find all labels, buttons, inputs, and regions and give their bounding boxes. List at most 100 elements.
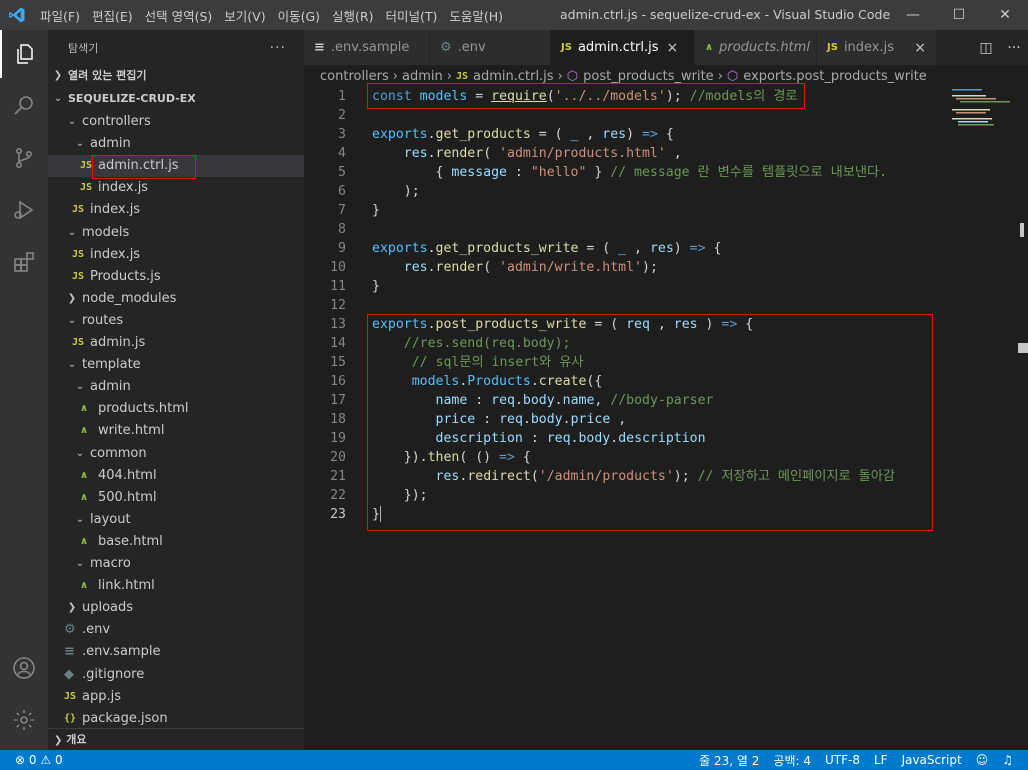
breadcrumb-item[interactable]: admin.ctrl.js — [473, 69, 554, 84]
settings-gear-icon[interactable] — [0, 696, 48, 744]
menu-item[interactable]: 보기(V) — [218, 6, 271, 25]
project-section[interactable]: ⌄ SEQUELIZE-CRUD-EX — [48, 88, 304, 110]
search-icon[interactable] — [0, 82, 48, 130]
extensions-icon[interactable] — [0, 238, 48, 286]
tree-item-label: models — [82, 224, 130, 240]
chevron-down-icon: ⌄ — [67, 116, 77, 127]
tree-folder[interactable]: ⌄ template — [48, 354, 304, 376]
tree-folder[interactable]: ⌄ common — [48, 443, 304, 465]
tree-file[interactable]: ∧ products.html — [48, 398, 304, 420]
explorer-icon[interactable] — [0, 30, 48, 78]
tree-file[interactable]: JS index.js — [48, 177, 304, 199]
activity-bar — [0, 30, 48, 750]
html-file-icon: ∧ — [80, 403, 89, 415]
tab-admin-ctrl-js[interactable]: JS admin.ctrl.js × — [551, 30, 695, 65]
menu-item[interactable]: 실행(R) — [326, 6, 379, 25]
minimize-button[interactable]: — — [890, 0, 936, 30]
tree-item-label: index.js — [90, 246, 141, 262]
menu-item[interactable]: 도움말(H) — [443, 6, 509, 25]
tab-products-html[interactable]: ∧ products.html — [695, 30, 817, 65]
tree-folder[interactable]: ⌄ layout — [48, 509, 304, 531]
tree-folder[interactable]: ❯ node_modules — [48, 288, 304, 310]
open-editors-label: 열려 있는 편집기 — [68, 69, 147, 82]
tree-folder[interactable]: ❯ uploads — [48, 597, 304, 619]
tree-file[interactable]: ◆ .gitignore — [48, 664, 304, 686]
maximize-button[interactable]: ☐ — [936, 0, 982, 30]
tab-env[interactable]: ⚙ .env — [430, 30, 551, 65]
js-file-icon: JS — [72, 204, 85, 216]
close-tab-icon[interactable]: × — [667, 40, 679, 56]
status-bar: ⊗ 0 ⚠ 0 줄 23, 열 2 공백: 4 UTF-8 LF JavaScr… — [0, 750, 1028, 770]
tree-file[interactable]: ∧ base.html — [48, 531, 304, 553]
menu-item[interactable]: 터미널(T) — [380, 6, 444, 25]
close-tab-icon[interactable]: × — [914, 40, 926, 56]
tree-folder[interactable]: ⌄ controllers — [48, 111, 304, 133]
close-button[interactable]: ✕ — [982, 0, 1028, 30]
breadcrumb-item[interactable]: controllers — [320, 69, 389, 84]
code-editor[interactable]: 1 2 3 4 5 6 7 8 9 10 11 12 13 14 15 16 17 18 19 20 21 22 23 co… — [304, 83, 1028, 750]
tab-label: .env.sample — [330, 40, 410, 55]
indentation[interactable]: 공백: 4 — [773, 752, 811, 769]
tree-file[interactable]: ∧ link.html — [48, 575, 304, 597]
tree-item-label: products.html — [98, 401, 189, 417]
tree-folder[interactable]: ⌄ routes — [48, 310, 304, 332]
tree-folder[interactable]: ⌄ macro — [48, 553, 304, 575]
tree-folder[interactable]: ⌄ models — [48, 222, 304, 244]
tree-file[interactable]: JS index.js — [48, 199, 304, 221]
menu-item[interactable]: 편집(E) — [86, 6, 139, 25]
tree-file[interactable]: ∧ 500.html — [48, 487, 304, 509]
end-of-line[interactable]: LF — [874, 753, 888, 767]
more-actions-icon[interactable]: ··· — [1000, 40, 1028, 56]
code-line: { message : "hello" } // message 란 변수를 템… — [372, 165, 888, 180]
account-icon[interactable] — [0, 644, 48, 692]
tree-file[interactable]: ∧ write.html — [48, 420, 304, 442]
tree-item-label: write.html — [98, 423, 165, 439]
breadcrumb-item[interactable]: exports.post_products_write — [743, 69, 927, 84]
tree-file[interactable]: JS index.js — [48, 244, 304, 266]
tree-file[interactable]: {} package.json — [48, 708, 304, 730]
breadcrumb-item[interactable]: admin — [402, 69, 443, 84]
menu-item[interactable]: 파일(F) — [34, 6, 86, 25]
chevron-right-icon: › — [557, 68, 563, 84]
menu-item[interactable]: 선택 영역(S) — [139, 6, 219, 25]
tree-file[interactable]: JS app.js — [48, 686, 304, 708]
editor-tabs: ≡ .env.sample ⚙ .env JS admin.ctrl.js × ∧ produc… — [304, 30, 1028, 65]
minimap[interactable] — [950, 87, 1014, 127]
outline-label: 개요 — [66, 733, 87, 746]
tree-file[interactable]: ⚙ .env — [48, 619, 304, 641]
tree-file[interactable]: ≡ .env.sample — [48, 641, 304, 663]
html-file-icon: ∧ — [80, 491, 89, 503]
git-file-icon: ◆ — [64, 666, 74, 682]
tree-file[interactable]: ∧ 404.html — [48, 465, 304, 487]
code-line: } — [372, 279, 380, 294]
cursor-position[interactable]: 줄 23, 열 2 — [699, 752, 759, 769]
tree-folder[interactable]: ⌄ admin — [48, 376, 304, 398]
feedback-icon[interactable]: ☺ — [976, 753, 989, 767]
open-editors-section[interactable]: ❯ 열려 있는 편집기 — [48, 65, 304, 87]
gear-icon: ⚙ — [440, 40, 452, 55]
tree-file[interactable]: JS admin.ctrl.js — [48, 155, 304, 180]
notifications-bell-icon[interactable]: ♫ — [1002, 753, 1013, 767]
line-number: 20 — [330, 450, 346, 465]
breadcrumb-item[interactable]: post_products_write — [583, 69, 714, 84]
chevron-down-icon: ⌄ — [67, 226, 77, 238]
tree-folder[interactable]: ⌄ admin — [48, 133, 304, 155]
tab-env-sample[interactable]: ≡ .env.sample — [304, 30, 430, 65]
encoding[interactable]: UTF-8 — [825, 753, 860, 767]
menu-item[interactable]: 이동(G) — [272, 6, 326, 25]
text-file-icon: ≡ — [314, 40, 325, 55]
more-actions-icon[interactable]: ··· — [270, 40, 286, 56]
tree-file[interactable]: JS admin.js — [48, 332, 304, 354]
run-debug-icon[interactable] — [0, 186, 48, 234]
tab-index-js[interactable]: JS index.js × — [817, 30, 937, 65]
split-editor-icon[interactable]: ◫ — [972, 40, 1000, 56]
js-file-icon: JS — [561, 42, 572, 53]
code-line: exports.get_products_write = ( _ , res) … — [372, 241, 722, 256]
editor-scrollbar[interactable] — [1014, 87, 1028, 750]
tree-file[interactable]: JS Products.js — [48, 266, 304, 288]
outline-section[interactable]: ❯ 개요 — [48, 728, 304, 750]
tree-item-label: index.js — [98, 180, 149, 196]
source-control-icon[interactable] — [0, 134, 48, 182]
language-mode[interactable]: JavaScript — [902, 753, 962, 767]
problems-indicator[interactable]: ⊗ 0 ⚠ 0 — [15, 753, 63, 767]
